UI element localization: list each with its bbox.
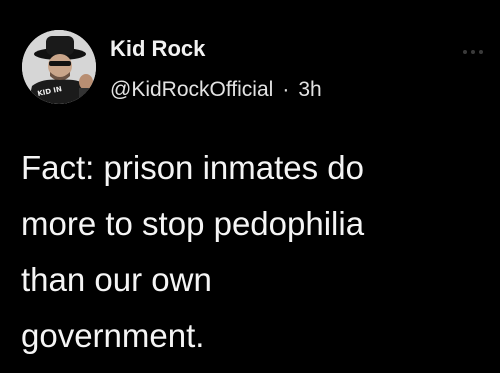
- tweet-text-line: Fact: prison inmates do: [21, 149, 364, 186]
- tweet-text: Fact: prison inmates do more to stop ped…: [21, 140, 491, 364]
- tweet-time[interactable]: 3h: [298, 78, 321, 101]
- more-options-button[interactable]: [462, 44, 484, 54]
- meta-separator: ·: [282, 78, 290, 101]
- avatar-photo: KID IN: [22, 30, 96, 104]
- author-handle[interactable]: @KidRockOfficial: [110, 78, 273, 101]
- tweet-text-line: than our own: [21, 261, 212, 298]
- author-name[interactable]: Kid Rock: [110, 36, 205, 62]
- tweet-text-line: more to stop pedophilia: [21, 205, 365, 242]
- tweet-text-line: government.: [21, 317, 205, 354]
- avatar[interactable]: KID IN: [22, 30, 96, 104]
- more-horizontal-icon: [463, 50, 483, 54]
- tweet-meta: @KidRockOfficial · 3h: [110, 78, 322, 102]
- tweet-card[interactable]: KID IN Kid Rock @KidRockOfficial · 3h Fact…: [0, 0, 500, 373]
